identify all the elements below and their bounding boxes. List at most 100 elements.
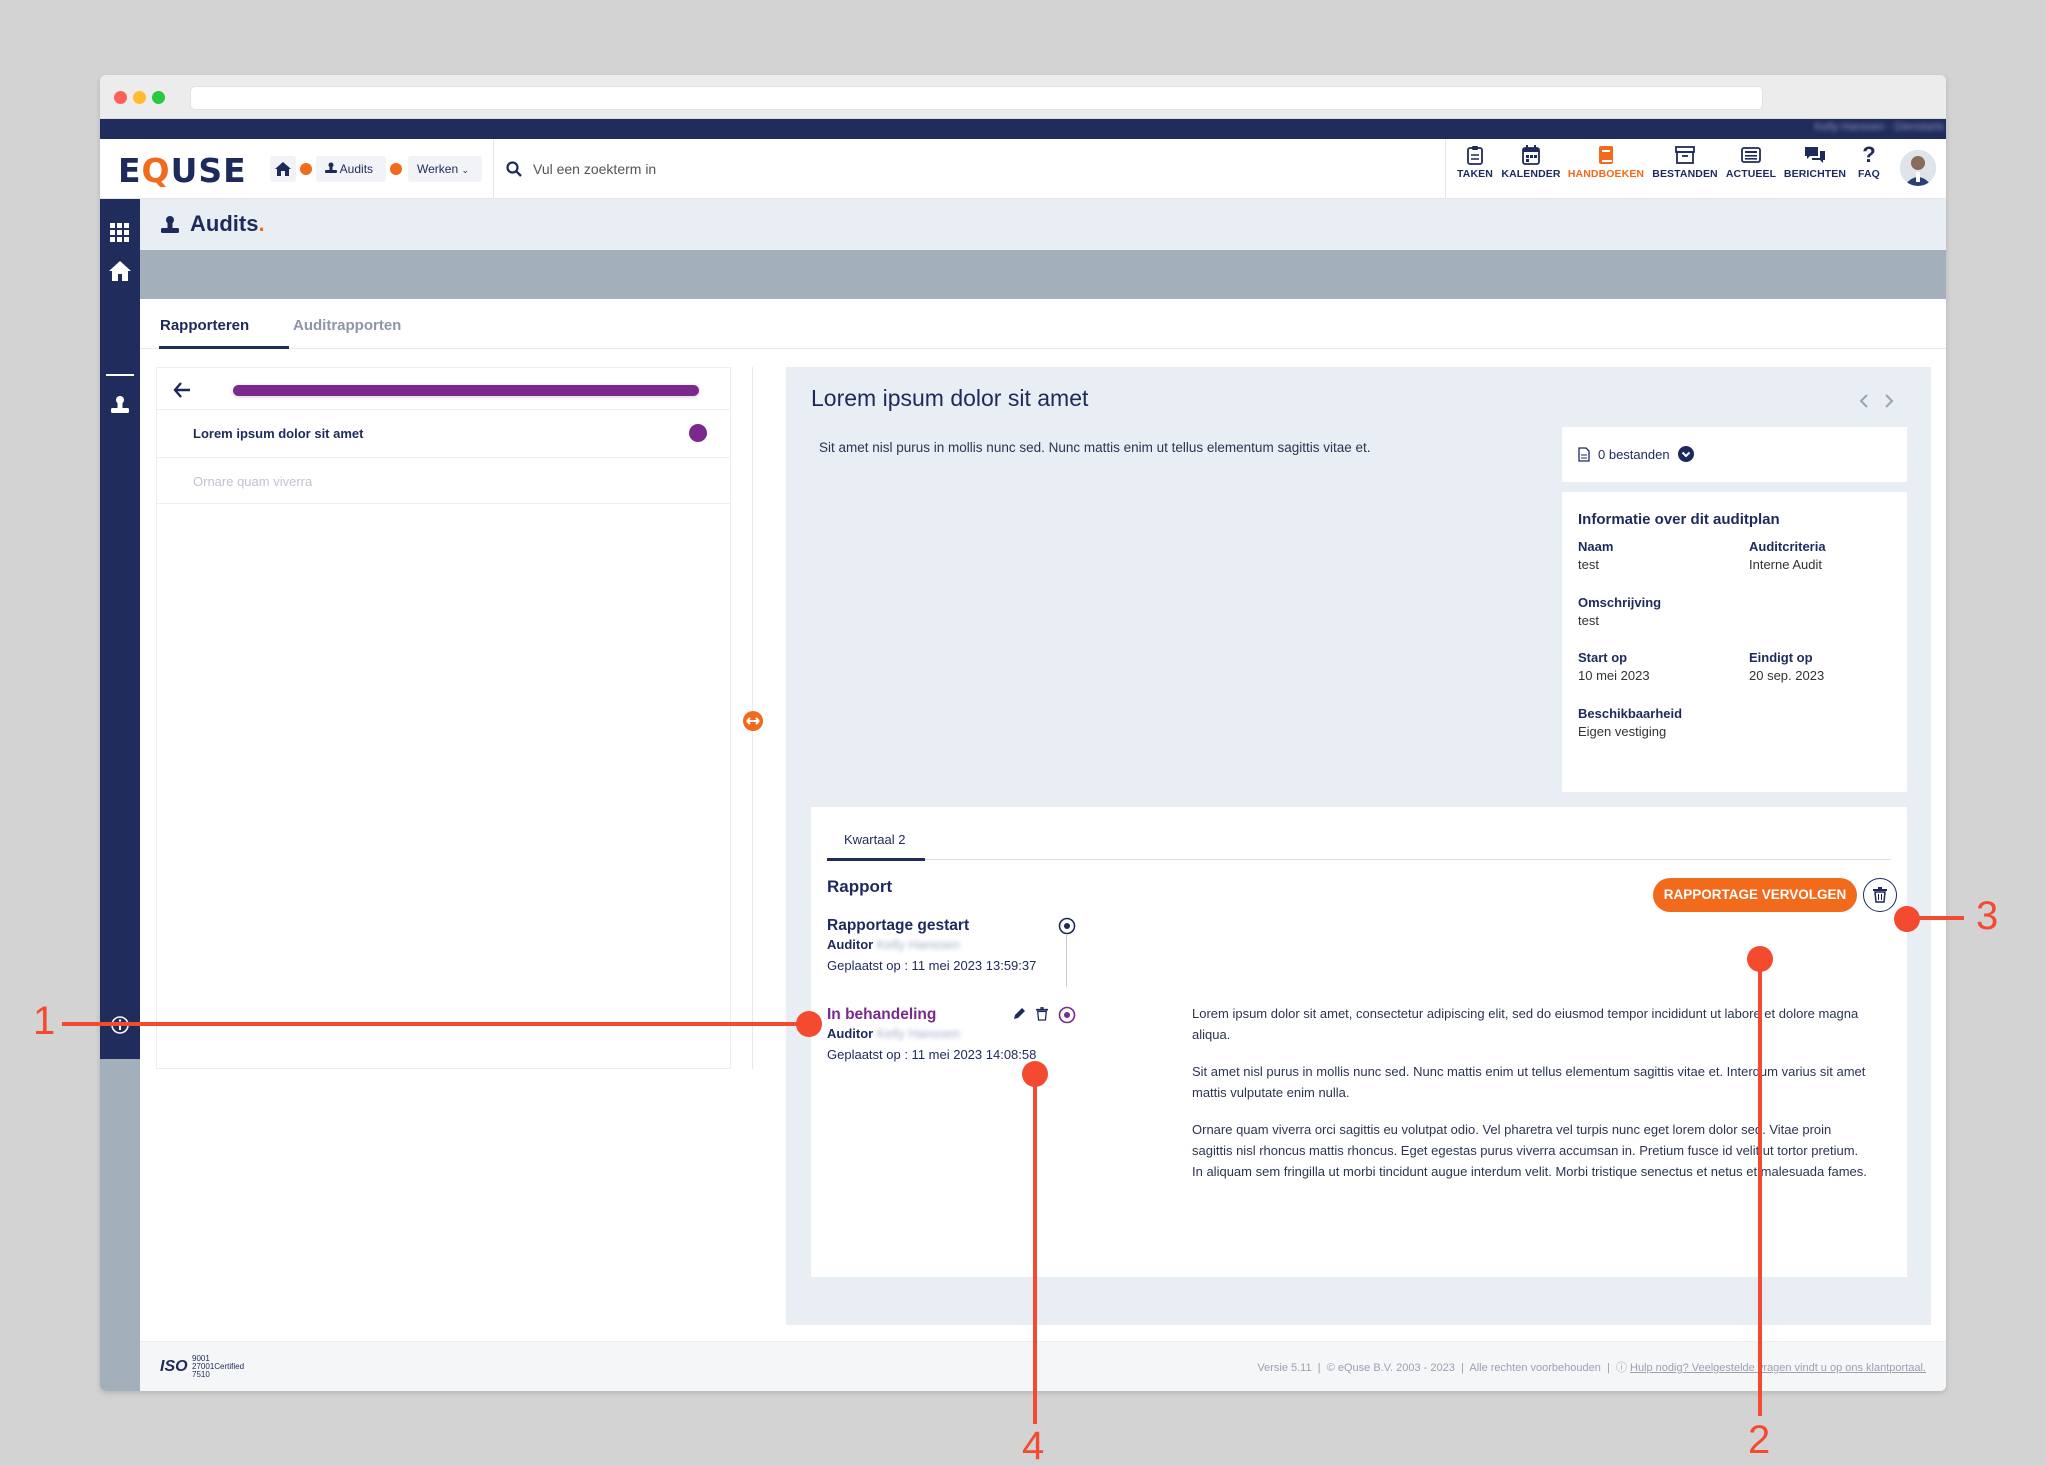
auditor-label: Auditor [827,1026,874,1041]
nav-handboeken[interactable]: HANDBOEKEN [1567,145,1645,193]
nav-berichten[interactable]: BERICHTEN [1783,145,1847,193]
naam-value: test [1578,557,1599,572]
auditor-name: Kelly Hanssen [876,937,960,952]
report-heading: Rapport [827,877,893,896]
footer-help-link[interactable]: Hulp nodig? Veelgestelde vragen vindt u … [1630,1362,1926,1374]
detail-description: Sit amet nisl purus in mollis nunc sed. … [819,440,1371,455]
tab-bar: Rapporteren Auditrapporten [140,299,1946,349]
timeline-auditor: Auditor Kelly Hanssen [827,1026,960,1041]
user-topbar: Kelly Hanssen · Dienstarts [100,119,1946,139]
main-nav [1445,139,1446,198]
question-icon: ? [1862,142,1876,167]
iso-logo: ISO 9001 27001Certified 7510 [160,1355,244,1379]
calendar-icon [1522,145,1540,165]
annotation-4-label: 4 [1022,1424,1045,1466]
annotation-1-line [62,1022,808,1026]
status-dot [689,424,707,442]
detail-title: Lorem ipsum dolor sit amet [811,385,1089,411]
maximize-window-button[interactable] [152,91,165,104]
annotation-3-label: 3 [1976,894,1999,938]
rapportage-vervolgen-button[interactable]: RAPPORTAGE VERVOLGEN [1653,878,1857,912]
auditor-name: Kelly Hanssen [876,1026,960,1041]
timeline-node-icon [1058,917,1076,935]
naam-label: Naam [1578,539,1614,554]
sidebar-divider [106,374,134,376]
stamp-icon [325,162,337,173]
chevron-down-circle-icon[interactable] [1678,446,1694,462]
page-title-dot: . [258,211,265,236]
footer-links: Versie 5.11 | © eQuse B.V. 2003 - 2023 |… [1257,1362,1926,1374]
stamp-icon[interactable] [110,395,130,415]
chevron-left-icon[interactable] [1859,394,1869,408]
auditcriteria-value: Interne Audit [1749,557,1822,572]
nav-actueel[interactable]: ACTUEEL [1725,145,1777,193]
resize-handle[interactable] [743,711,763,731]
timeline-posted: Geplaatst op : 11 mei 2023 14:08:58 [827,1047,1037,1062]
sidebar-bottom [100,1059,140,1391]
auditor-label: Auditor [827,937,874,952]
omschrijving-label: Omschrijving [1578,595,1662,610]
edit-icon[interactable] [1012,1007,1026,1021]
auditplan-info: Informatie over dit auditplan Naam test … [1562,492,1907,792]
equse-logo[interactable]: EQUSE [118,151,247,190]
chevron-right-icon[interactable] [1884,394,1894,408]
arrows-horizontal-icon [746,717,760,725]
breadcrumb-werken-dropdown[interactable]: Werken ⌄ [408,156,482,182]
info-heading: Informatie over dit auditplan [1578,511,1780,528]
werken-label: Werken [417,162,459,176]
browser-window: Kelly Hanssen · Dienstarts EQUSE Audits … [100,75,1946,1391]
search-icon[interactable] [506,161,522,177]
files-box[interactable]: 0 bestanden [1562,427,1907,482]
tab-rapporteren[interactable]: Rapporteren [160,317,249,334]
footer: ISO 9001 27001Certified 7510 Versie 5.11… [140,1341,1946,1391]
iso-certified: Certified [214,1362,245,1371]
clipboard-icon [1467,146,1483,165]
page-title-text: Audits [190,211,259,236]
report-paragraph: Ornare quam viverra orci sagittis eu vol… [1192,1122,1867,1179]
close-window-button[interactable] [114,91,127,104]
search-input[interactable] [533,155,933,183]
nav-kalender[interactable]: KALENDER [1501,145,1561,193]
delete-report-button[interactable] [1863,878,1897,912]
omschrijving-value: test [1578,613,1599,628]
address-bar[interactable] [190,86,1763,110]
search-area [493,139,494,198]
file-icon [1578,447,1590,462]
nav-faq-label: FAQ [1858,168,1880,180]
help-icon: ⓘ [1615,1362,1627,1374]
tab-kwartaal[interactable]: Kwartaal 2 [844,832,905,847]
grid-icon[interactable] [110,223,130,243]
user-name: Kelly Hanssen · Dienstarts [1814,121,1944,133]
footer-version: Versie 5.11 [1257,1362,1312,1374]
timeline-connector [1066,935,1067,987]
chevron-down-icon: ⌄ [461,165,470,175]
user-avatar[interactable] [1900,150,1936,186]
tab-auditrapporten[interactable]: Auditrapporten [293,317,401,334]
nav-berichten-label: BERICHTEN [1783,168,1847,180]
breadcrumb-home[interactable] [270,156,296,182]
start-value: 10 mei 2023 [1578,668,1650,683]
annotation-4-line [1033,1074,1037,1424]
nav-faq[interactable]: ? FAQ [1853,142,1885,193]
list-item-label: Lorem ipsum dolor sit amet [193,426,364,441]
report-paragraph: Sit amet nisl purus in mollis nunc sed. … [1192,1064,1866,1100]
active-tab-indicator [827,858,925,861]
list-item[interactable]: Ornare quam viverra [157,458,730,504]
timeline-node-icon [1058,1006,1076,1024]
home-icon[interactable] [109,261,131,281]
footer-copyright: © eQuse B.V. 2003 - 2023 [1326,1362,1455,1374]
chat-icon [1805,147,1825,163]
annotation-1-label: 1 [33,999,56,1043]
arrow-left-icon[interactable] [173,382,191,398]
nav-bestanden[interactable]: BESTANDEN [1651,145,1719,193]
breadcrumb-audits[interactable]: Audits [316,156,386,182]
iso-number: 7510 [192,1370,210,1379]
trash-icon[interactable] [1036,1007,1048,1021]
page-title: Audits. [190,211,265,237]
minimize-window-button[interactable] [133,91,146,104]
nav-taken[interactable]: TAKEN [1453,145,1497,193]
active-tab-indicator [159,346,289,349]
tab-divider [827,859,1891,860]
beschikbaarheid-label: Beschikbaarheid [1578,706,1683,721]
list-item-active[interactable]: Lorem ipsum dolor sit amet [157,410,730,458]
